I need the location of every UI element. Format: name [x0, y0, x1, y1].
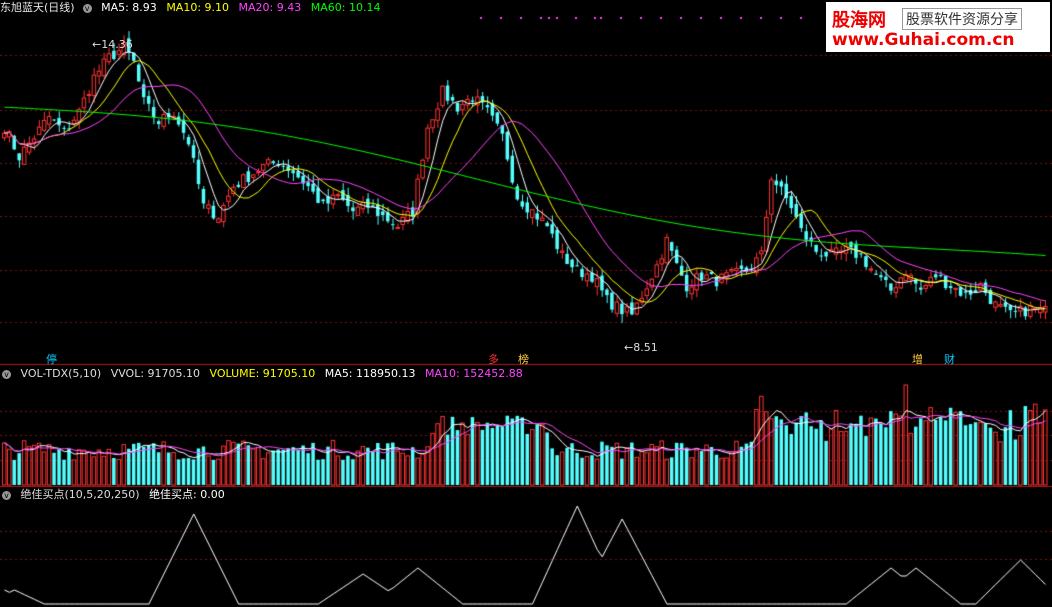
event-tag-increase[interactable]: 增: [912, 351, 923, 367]
vol-ma5-label: MA5: 118950.13: [324, 367, 416, 380]
ma5-label: MA5: 8.93: [101, 1, 157, 14]
vol-indicator-name[interactable]: VOL-TDX(5,10): [21, 367, 102, 380]
indicator-name[interactable]: 绝佳买点(10,5,20,250): [21, 488, 140, 501]
vol-ma10-label: MA10: 152452.88: [425, 367, 523, 380]
logo-slogan: 股票软件资源分享: [902, 8, 1022, 30]
tag-text: 榜: [518, 353, 529, 366]
stock-title[interactable]: 东旭蓝天(日线): [0, 1, 75, 14]
event-tag-long[interactable]: 多: [488, 351, 499, 367]
kline-chart-canvas[interactable]: [0, 0, 1052, 607]
indicator-header: v 绝佳买点(10,5,20,250) 绝佳买点: 0.00: [0, 488, 231, 502]
dropdown-icon[interactable]: v: [2, 369, 11, 379]
volume-label: VOLUME: 91705.10: [209, 367, 316, 380]
logo-brand: 股海网: [832, 10, 886, 31]
high-price-label: 14.36: [101, 38, 133, 51]
tag-text: 增: [912, 353, 923, 366]
dropdown-icon[interactable]: v: [2, 490, 11, 500]
main-chart-header: 东旭蓝天(日线) v MA5: 8.93 MA10: 9.10 MA20: 9.4…: [0, 1, 386, 15]
logo-url: www.Guhai.com.cn: [832, 30, 1015, 50]
guhai-logo: 股海网 股票软件资源分享 www.Guhai.com.cn: [826, 2, 1050, 52]
low-price-label: 8.51: [633, 341, 658, 354]
indicator-value: 绝佳买点: 0.00: [149, 488, 225, 501]
event-tag-finance[interactable]: 财: [944, 351, 955, 367]
volume-header: v VOL-TDX(5,10) VVOL: 91705.10 VOLUME: 9…: [0, 367, 529, 381]
event-tag-rank[interactable]: 榜: [518, 351, 529, 367]
event-tag-stop[interactable]: 停: [46, 351, 57, 367]
tag-text: 财: [944, 353, 955, 366]
vvol-label: VVOL: 91705.10: [110, 367, 201, 380]
dropdown-icon[interactable]: v: [82, 3, 92, 13]
low-price-marker: ←8.51: [624, 341, 658, 354]
tag-text: 停: [46, 353, 57, 366]
high-price-marker: ←14.36: [92, 38, 133, 51]
ma10-label: MA10: 9.10: [166, 1, 230, 14]
ma60-label: MA60: 10.14: [310, 1, 381, 14]
ma20-label: MA20: 9.43: [238, 1, 302, 14]
tag-text: 多: [488, 353, 499, 366]
